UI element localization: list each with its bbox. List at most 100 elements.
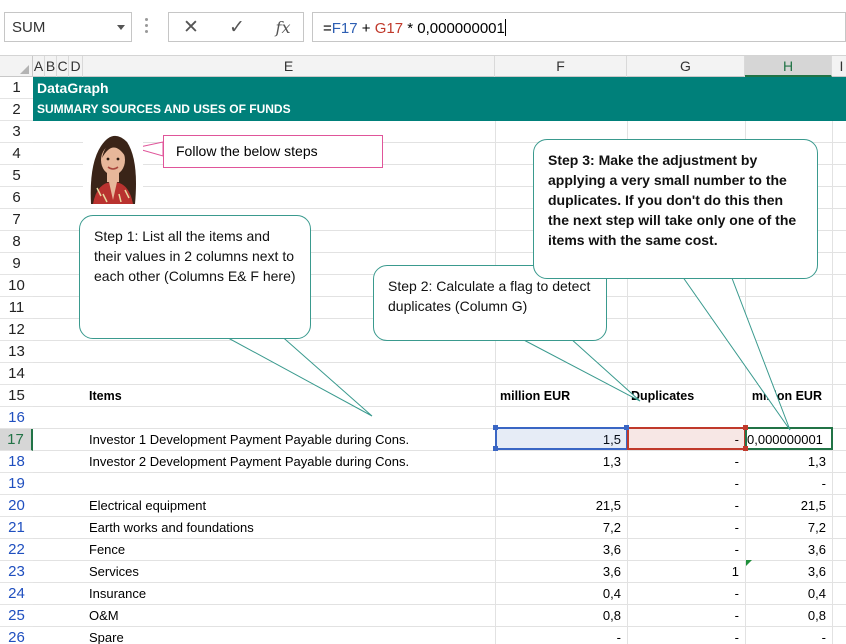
cell-item[interactable]: Services — [89, 561, 493, 583]
cell-item[interactable]: Insurance — [89, 583, 493, 605]
row-header-20[interactable]: 20 — [0, 495, 33, 517]
cell-adjusted-value[interactable]: 3,6 — [745, 539, 832, 561]
enter-check-icon[interactable]: ✓ — [223, 17, 251, 39]
cell-item[interactable]: O&M — [89, 605, 493, 627]
cell-duplicates[interactable]: - — [627, 517, 745, 539]
range-highlight-f17 — [495, 427, 628, 450]
range-handle[interactable] — [624, 425, 629, 430]
cell-duplicates[interactable]: - — [627, 539, 745, 561]
row-header-5[interactable]: 5 — [0, 165, 33, 187]
row-header-21[interactable]: 21 — [0, 517, 33, 539]
cell-adjusted-value[interactable]: 0,8 — [745, 605, 832, 627]
row-header-6[interactable]: 6 — [0, 187, 33, 209]
name-box[interactable]: SUM — [4, 12, 132, 42]
cell-duplicates[interactable]: - — [627, 473, 745, 495]
range-handle[interactable] — [743, 446, 748, 451]
row-header-14[interactable]: 14 — [0, 363, 33, 385]
column-header-g[interactable]: G — [627, 56, 745, 77]
formula-input[interactable]: =F17 + G17 * 0,000000001 — [312, 12, 846, 42]
cell-million-eur[interactable]: 3,6 — [495, 561, 627, 583]
cell-million-eur[interactable]: 21,5 — [495, 495, 627, 517]
range-handle[interactable] — [493, 446, 498, 451]
presenter-avatar — [83, 124, 143, 204]
row-header-19[interactable]: 19 — [0, 473, 33, 495]
cell-million-eur[interactable]: 0,8 — [495, 605, 627, 627]
column-header-e[interactable]: E — [83, 56, 495, 77]
cell-item[interactable]: Earth works and foundations — [89, 517, 493, 539]
cell-adjusted-value[interactable]: 1,3 — [745, 451, 832, 473]
header-million-eur-h[interactable]: million EUR — [748, 385, 830, 407]
row-header-15[interactable]: 15 — [0, 385, 33, 407]
cell-million-eur[interactable]: 7,2 — [495, 517, 627, 539]
cell-million-eur[interactable]: 0,4 — [495, 583, 627, 605]
row-header-1[interactable]: 1 — [0, 77, 33, 99]
cell-duplicates[interactable]: 1 — [627, 561, 745, 583]
column-header-f[interactable]: F — [495, 56, 627, 77]
cell-item[interactable] — [89, 473, 493, 495]
cell-million-eur[interactable]: 3,6 — [495, 539, 627, 561]
cell-adjusted-value[interactable]: - — [745, 473, 832, 495]
active-cell-h17[interactable] — [745, 427, 833, 450]
cell-duplicates[interactable]: - — [627, 605, 745, 627]
row-header-26[interactable]: 26 — [0, 627, 33, 644]
column-header-h[interactable]: H — [745, 56, 832, 77]
cell-item[interactable]: Spare — [89, 627, 493, 644]
cell-duplicates[interactable]: - — [627, 583, 745, 605]
cell-item[interactable]: Investor 2 Development Payment Payable d… — [89, 451, 493, 473]
cell-adjusted-value[interactable]: - — [745, 627, 832, 644]
cell-million-eur[interactable]: 1,3 — [495, 451, 627, 473]
row-header-18[interactable]: 18 — [0, 451, 33, 473]
cell-item[interactable]: Electrical equipment — [89, 495, 493, 517]
column-header-i[interactable]: I — [832, 56, 846, 77]
cell-adjusted-value[interactable]: 21,5 — [745, 495, 832, 517]
chevron-down-icon[interactable] — [117, 25, 125, 30]
column-header-a[interactable]: A — [33, 56, 45, 77]
row-header-17[interactable]: 17 — [0, 429, 33, 451]
formula-bar: SUM ✕ ✓ fx =F17 + G17 * 0,000000001 — [0, 0, 846, 56]
error-indicator-icon[interactable] — [746, 560, 752, 566]
row-header-3[interactable]: 3 — [0, 121, 33, 143]
header-items[interactable]: Items — [89, 385, 489, 407]
row-header-10[interactable]: 10 — [0, 275, 33, 297]
column-header-c[interactable]: C — [57, 56, 69, 77]
row-header-23[interactable]: 23 — [0, 561, 33, 583]
title-banner: DataGraph SUMMARY SOURCES AND USES OF FU… — [33, 77, 846, 121]
row-header-24[interactable]: 24 — [0, 583, 33, 605]
cell-duplicates[interactable]: - — [627, 451, 745, 473]
select-all-corner[interactable] — [0, 56, 33, 77]
cell-item[interactable]: Investor 1 Development Payment Payable d… — [89, 429, 493, 451]
formula-operator: + — [357, 20, 375, 37]
range-handle[interactable] — [743, 425, 748, 430]
range-handle[interactable] — [493, 425, 498, 430]
row-header-2[interactable]: 2 — [0, 99, 33, 121]
insert-function-icon[interactable]: fx — [269, 17, 297, 39]
row-header-12[interactable]: 12 — [0, 319, 33, 341]
cell-duplicates[interactable]: - — [627, 627, 745, 644]
row-header-7[interactable]: 7 — [0, 209, 33, 231]
cell-adjusted-value[interactable]: 3,6 — [745, 561, 832, 583]
row-header-22[interactable]: 22 — [0, 539, 33, 561]
cell-million-eur[interactable] — [495, 473, 627, 495]
banner-subtitle: SUMMARY SOURCES AND USES OF FUNDS — [37, 102, 291, 116]
name-box-value: SUM — [12, 19, 46, 36]
row-header-9[interactable]: 9 — [0, 253, 33, 275]
cell-item[interactable]: Fence — [89, 539, 493, 561]
row-header-13[interactable]: 13 — [0, 341, 33, 363]
cancel-icon[interactable]: ✕ — [177, 17, 205, 39]
column-header-d[interactable]: D — [69, 56, 83, 77]
text-cursor — [504, 19, 506, 36]
row-header-4[interactable]: 4 — [0, 143, 33, 165]
cell-million-eur[interactable]: - — [495, 627, 627, 644]
worksheet-grid[interactable]: A B C D E F G H I 1 2 3 4 5 6 7 8 9 10 11 12 13 14 15 1… — [0, 56, 846, 644]
cell-adjusted-value[interactable]: 7,2 — [745, 517, 832, 539]
column-header-b[interactable]: B — [45, 56, 57, 77]
header-million-eur[interactable]: million EUR — [500, 385, 622, 407]
row-header-16[interactable]: 16 — [0, 407, 33, 429]
row-header-8[interactable]: 8 — [0, 231, 33, 253]
formula-bar-grip — [145, 18, 149, 36]
cell-duplicates[interactable]: - — [627, 495, 745, 517]
row-header-25[interactable]: 25 — [0, 605, 33, 627]
row-header-11[interactable]: 11 — [0, 297, 33, 319]
header-duplicates[interactable]: Duplicates — [631, 385, 741, 407]
cell-adjusted-value[interactable]: 0,4 — [745, 583, 832, 605]
